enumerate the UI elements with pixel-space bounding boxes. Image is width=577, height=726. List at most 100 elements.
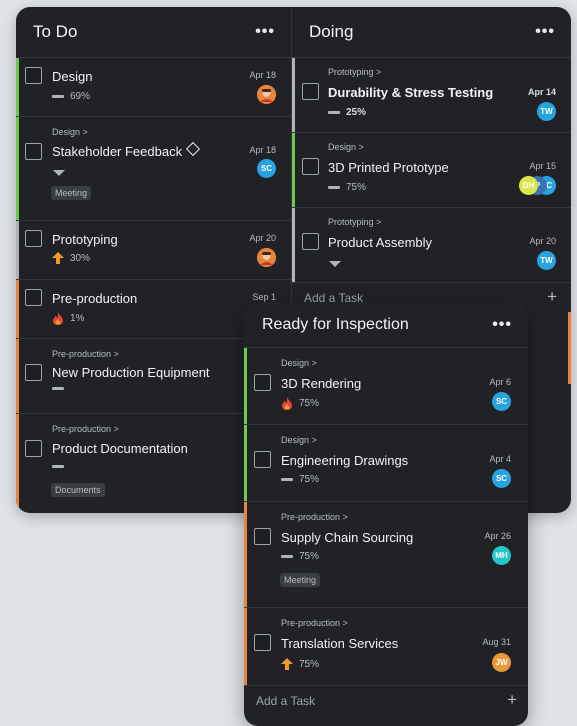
progress-value: 30% [70, 252, 91, 264]
avatar[interactable]: SC [257, 159, 276, 178]
task-checkbox[interactable] [254, 634, 271, 651]
task-checkbox[interactable] [25, 230, 42, 247]
due-date: Apr 20 [249, 233, 276, 243]
priority-dash-icon [328, 186, 340, 189]
task-title: Stakeholder Feedback [52, 144, 183, 159]
parent-label: Design > [281, 358, 317, 368]
status-stripe [16, 58, 19, 116]
task-checkbox[interactable] [25, 143, 42, 160]
task-checkbox[interactable] [25, 67, 42, 84]
avatar-photo[interactable] [257, 248, 276, 267]
task-card[interactable]: Prototyping > Product Assembly Apr 20 TW [292, 208, 571, 283]
task-title: Prototyping [52, 232, 118, 247]
priority-dash-icon [52, 387, 64, 390]
due-date: Apr 18 [249, 70, 276, 80]
task-card[interactable]: Pre-production > Supply Chain Sourcing A… [244, 502, 528, 608]
task-title: 3D Rendering [281, 376, 362, 391]
due-date: Apr 15 [529, 161, 556, 171]
chevron-down-icon[interactable] [329, 261, 341, 267]
task-card[interactable]: Design > Stakeholder Feedback Apr 18 SC … [16, 117, 291, 221]
fire-icon [282, 397, 292, 410]
chevron-down-icon[interactable] [53, 170, 65, 176]
avatar[interactable]: SC [492, 469, 511, 488]
parent-label: Pre-production > [281, 618, 348, 628]
task-title: Product Assembly [328, 235, 433, 250]
task-card[interactable]: Prototyping Apr 20 30% [16, 221, 291, 280]
task-title: 3D Printed Prototype [328, 160, 449, 175]
task-card[interactable]: Prototyping > Durability & Stress Testin… [292, 58, 571, 133]
task-card[interactable]: Design Apr 18 69% [16, 58, 291, 117]
progress: 30% [52, 252, 90, 264]
more-icon[interactable]: ••• [492, 316, 512, 334]
parent-label: Pre-production > [281, 512, 348, 522]
plus-icon[interactable]: + [507, 690, 517, 710]
avatar[interactable]: DH [519, 176, 538, 195]
parent-label: Pre-production > [52, 349, 119, 359]
avatar[interactable]: TW [537, 251, 556, 270]
avatar[interactable]: JW [492, 653, 511, 672]
more-icon[interactable]: ••• [535, 23, 555, 41]
tag: Meeting [51, 186, 92, 200]
progress: 75% [281, 658, 319, 670]
progress-value: 75% [346, 182, 367, 193]
parent-label: Prototyping > [328, 217, 382, 227]
task-title: Supply Chain Sourcing [281, 530, 414, 545]
column-header-todo: To Do ••• [16, 7, 291, 58]
milestone-diamond-icon [186, 141, 201, 157]
status-stripe [244, 425, 247, 501]
column-header-doing: Doing ••• [292, 7, 571, 58]
column-title: Ready for Inspection [262, 315, 409, 333]
task-card[interactable]: Design > Engineering Drawings Apr 4 75% … [244, 425, 528, 502]
task-title-row: Stakeholder Feedback [52, 141, 201, 159]
progress: 69% [52, 91, 90, 102]
priority-dash-icon [281, 478, 293, 481]
column-title: To Do [33, 22, 78, 41]
due-date: Sep 1 [252, 292, 276, 302]
priority-dash-icon [328, 111, 340, 114]
task-checkbox[interactable] [25, 364, 42, 381]
progress-value: 75% [299, 551, 320, 562]
status-stripe [244, 348, 247, 424]
task-card[interactable]: Design > 3D Rendering Apr 6 75% SC [244, 348, 528, 425]
progress-value: 75% [299, 398, 320, 409]
progress-value: 69% [70, 91, 91, 102]
task-checkbox[interactable] [25, 289, 42, 306]
progress-value: 25% [346, 107, 367, 118]
task-card[interactable]: Design > 3D Printed Prototype Apr 15 75%… [292, 133, 571, 208]
arrow-up-icon [52, 252, 64, 264]
priority-dash-icon [281, 555, 293, 558]
task-card[interactable]: Pre-production > Translation Services Au… [244, 608, 528, 686]
task-checkbox[interactable] [254, 528, 271, 545]
task-checkbox[interactable] [25, 440, 42, 457]
status-stripe [16, 280, 19, 338]
task-title: Pre-production [52, 291, 138, 306]
task-checkbox[interactable] [254, 374, 271, 391]
task-title: Durability & Stress Testing [328, 85, 494, 100]
task-title: Product Documentation [52, 441, 188, 456]
task-checkbox[interactable] [254, 451, 271, 468]
tag: Documents [51, 483, 105, 497]
add-task-link[interactable]: Add a Task [256, 694, 315, 708]
column-ready-for-inspection: Ready for Inspection ••• Design > 3D Ren… [244, 302, 528, 726]
due-date: Apr 18 [249, 145, 276, 155]
task-checkbox[interactable] [302, 158, 319, 175]
parent-label: Design > [52, 127, 88, 137]
more-icon[interactable]: ••• [255, 23, 275, 41]
arrow-up-icon [281, 658, 293, 670]
task-title: Design [52, 69, 93, 84]
status-stripe [16, 414, 19, 513]
avatar[interactable]: SC [492, 392, 511, 411]
due-date: Apr 14 [527, 87, 556, 97]
parent-label: Design > [281, 435, 317, 445]
progress-value: 75% [299, 474, 320, 485]
avatar[interactable]: TW [537, 102, 556, 121]
avatar-photo[interactable] [257, 85, 276, 104]
plus-icon[interactable]: + [547, 287, 557, 307]
avatar[interactable]: MH [492, 546, 511, 565]
task-title: Engineering Drawings [281, 453, 409, 468]
task-checkbox[interactable] [302, 233, 319, 250]
task-checkbox[interactable] [302, 83, 319, 100]
person-icon [257, 248, 276, 267]
status-stripe [244, 502, 247, 607]
status-stripe [244, 608, 247, 685]
